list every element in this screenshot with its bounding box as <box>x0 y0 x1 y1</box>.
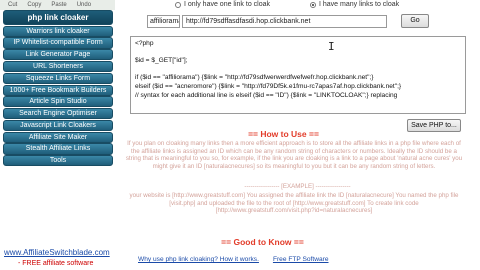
free-ftp-link[interactable]: Free FTP Software <box>273 256 329 263</box>
code-line: $id = $_GET["id"]; <box>135 57 188 65</box>
how-to-use-text: If you plan on cloaking many links then … <box>125 140 463 170</box>
sidebar-item-link-generator[interactable]: Link Generator Page <box>3 49 113 61</box>
sidebar-item-affiliate-site-maker[interactable]: Affiliate Site Maker <box>3 131 113 143</box>
sidebar-item-javascript-cloakers[interactable]: Javascript Link Cloakers <box>3 119 113 132</box>
good-to-know-title: == Good to Know == <box>221 237 304 247</box>
go-button[interactable]: Go <box>401 14 429 28</box>
sidebar-item-squeeze-links[interactable]: Squeeze Links Form <box>3 72 113 84</box>
code-line: if ($id == "affiliorama") {$link = "http… <box>135 74 374 82</box>
example-label: ----------------- [EXAMPLE] ------------… <box>244 183 351 190</box>
sidebar-item-stealth-links[interactable]: Stealth Affiliate Links <box>3 143 113 155</box>
link-id-input[interactable]: affiliorama <box>147 14 180 28</box>
option-one-link-label: I only have one link to cloak <box>184 1 270 8</box>
code-line: elseif ($id == "acneromore") {$link = "h… <box>135 82 402 90</box>
main-panel: I only have one link to cloak I have man… <box>115 0 480 270</box>
cloak-mode-options: I only have one link to cloak I have man… <box>125 0 465 9</box>
option-many-links[interactable]: I have many links to cloak <box>310 1 399 8</box>
sidebar-item-article-spin[interactable]: Article Spin Studio <box>3 96 113 108</box>
option-many-links-label: I have many links to cloak <box>319 1 400 8</box>
php-code-textarea[interactable]: <?php $id = $_GET["id"]; if ($id == "aff… <box>130 36 466 114</box>
sidebar-item-tools[interactable]: Tools <box>3 155 113 167</box>
radio-many-links[interactable] <box>310 1 316 8</box>
radio-one-link[interactable] <box>175 1 181 8</box>
text-cursor-icon: I <box>328 40 335 53</box>
undo-icon[interactable]: Undo <box>77 2 91 8</box>
how-to-use-title: == How to Use == <box>248 129 319 139</box>
link-input-row: affiliorama http://fd79sdffasdfasdi.hop.… <box>147 14 429 28</box>
option-one-link[interactable]: I only have one link to cloak <box>175 1 270 8</box>
code-line: <?php <box>135 40 154 47</box>
good-to-know-links: Why use php link cloaking? How it works.… <box>138 256 329 263</box>
sidebar-nav: php link cloaker Warriors link cloaker I… <box>3 10 113 167</box>
code-line: // syntax for each additional line is el… <box>135 91 398 99</box>
paste-icon[interactable]: Paste <box>51 2 66 8</box>
sidebar-item-url-shorteners[interactable]: URL Shorteners <box>3 60 113 73</box>
sidebar-item-seo[interactable]: Search Engine Optimiser <box>3 108 113 120</box>
edit-toolbar: Cut Copy Paste Undo <box>0 0 115 10</box>
promo-text: - FREE affiliate software <box>18 260 94 267</box>
sidebar-item-ip-whitelist-form[interactable]: IP Whitelist-compatible Form <box>3 37 113 49</box>
sidebar: Cut Copy Paste Undo php link cloaker War… <box>0 0 115 270</box>
sidebar-item-php-link-cloaker[interactable]: php link cloaker <box>3 10 113 25</box>
why-php-cloaking-link[interactable]: Why use php link cloaking? How it works. <box>138 256 259 263</box>
sidebar-item-warriors-link-cloaker[interactable]: Warriors link cloaker <box>3 25 113 37</box>
example-text: your website is [http://www.greatstuff.c… <box>129 192 459 215</box>
cut-icon[interactable]: Cut <box>8 2 17 8</box>
copy-icon[interactable]: Copy <box>27 2 41 8</box>
sidebar-item-bookmark-builders[interactable]: 1000+ Free Bookmark Builders <box>3 84 113 96</box>
link-url-input[interactable]: http://fd79sdffasdfasdi.hop.clickbank.ne… <box>182 14 387 28</box>
